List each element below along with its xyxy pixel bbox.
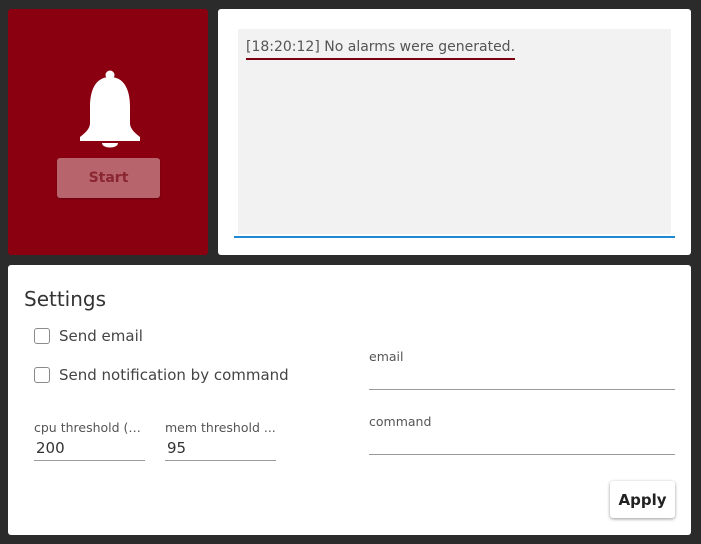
mem-threshold-field: mem threshold ... [165, 420, 276, 461]
send-email-label: Send email [59, 327, 143, 345]
send-command-option[interactable]: Send notification by command [34, 365, 289, 385]
start-button[interactable]: Start [57, 158, 160, 198]
email-field: email [369, 349, 675, 390]
log-output[interactable]: [18:20:12] No alarms were generated. [238, 29, 671, 234]
command-label: command [369, 414, 432, 429]
alarm-panel: Start [8, 9, 208, 255]
send-email-option[interactable]: Send email [34, 326, 143, 346]
mem-threshold-label: mem threshold ... [165, 420, 276, 435]
bell-icon [80, 70, 140, 148]
settings-title: Settings [24, 287, 107, 311]
send-email-checkbox[interactable] [34, 328, 50, 344]
cpu-threshold-label: cpu threshold (%) [34, 420, 145, 435]
send-command-label: Send notification by command [59, 366, 289, 384]
cpu-threshold-input[interactable] [34, 435, 145, 461]
email-label: email [369, 349, 404, 364]
email-input[interactable] [369, 364, 675, 390]
log-panel: [18:20:12] No alarms were generated. [218, 9, 691, 255]
command-field: command [369, 414, 675, 455]
command-input[interactable] [369, 429, 675, 455]
log-focus-underline [234, 236, 675, 238]
apply-button[interactable]: Apply [610, 481, 675, 518]
settings-panel: Settings Send email Send notification by… [8, 265, 691, 535]
send-command-checkbox[interactable] [34, 367, 50, 383]
mem-threshold-input[interactable] [165, 435, 276, 461]
cpu-threshold-field: cpu threshold (%) [34, 420, 145, 461]
log-entry: [18:20:12] No alarms were generated. [246, 39, 516, 60]
